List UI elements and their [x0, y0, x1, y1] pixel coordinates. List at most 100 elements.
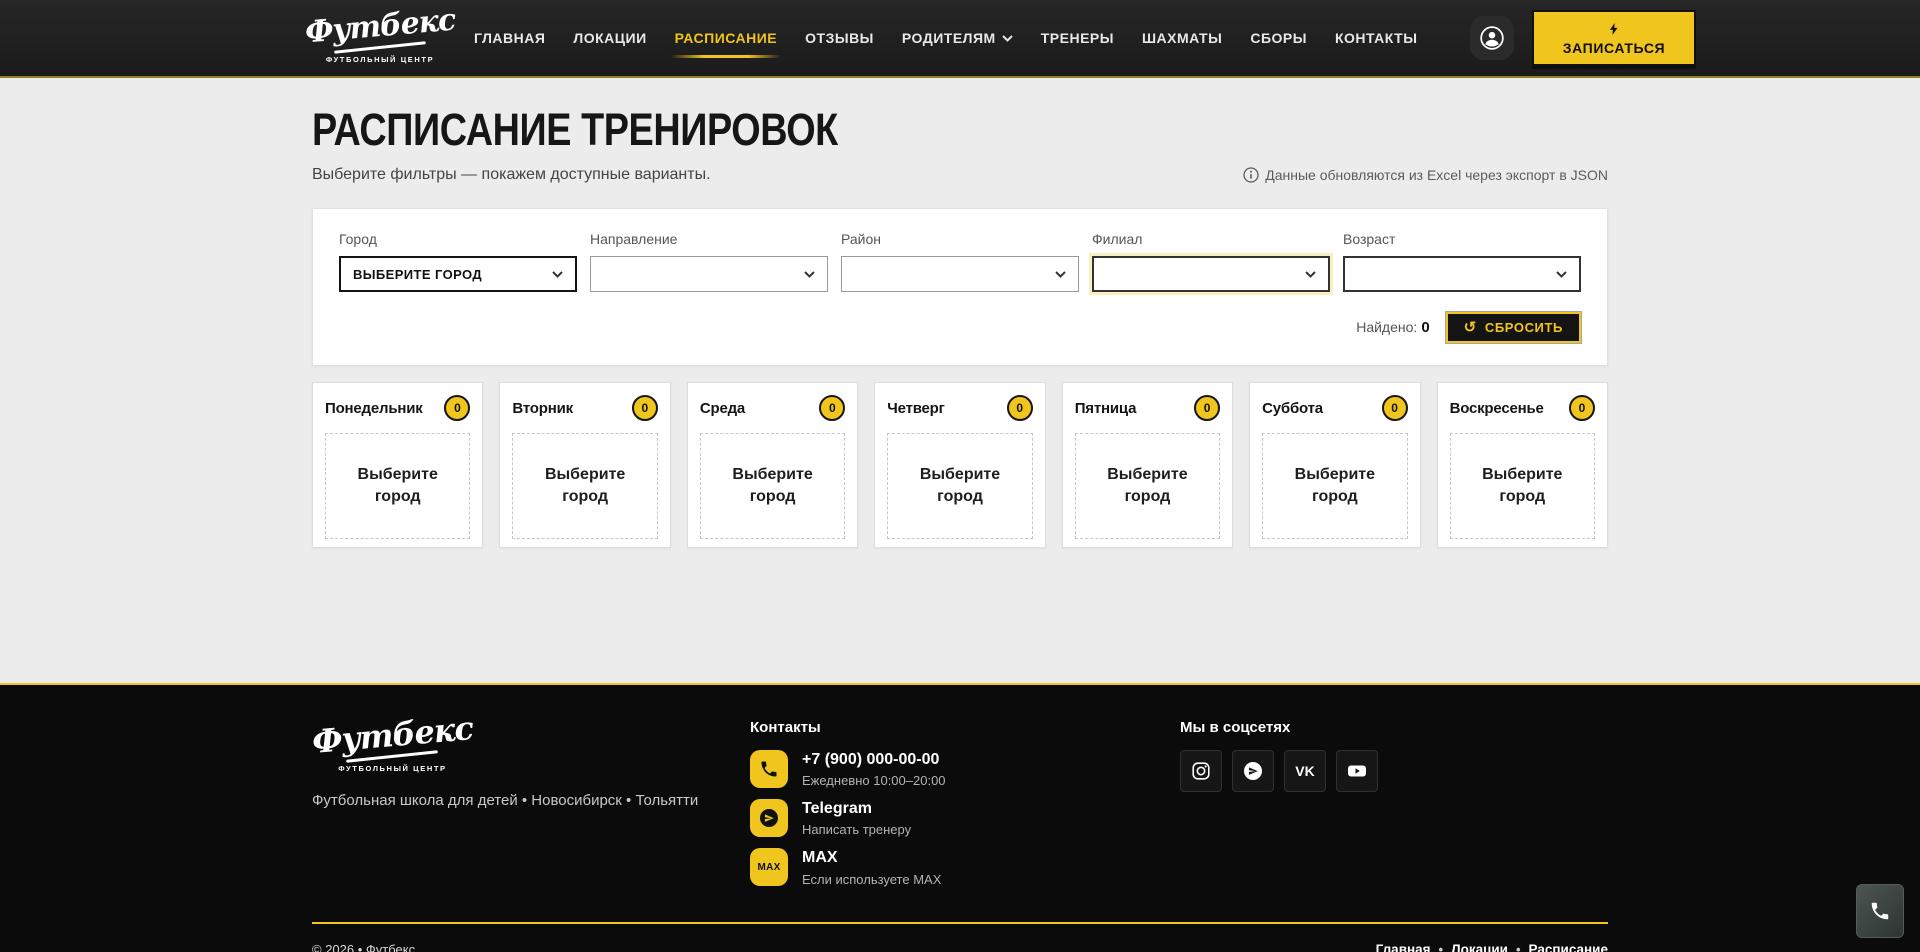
footer-logo[interactable]: Футбекс ФУТБОЛЬНЫЙ ЦЕНТР	[311, 709, 750, 773]
max-icon-text: MAX	[757, 861, 781, 873]
brand-name: Футбекс	[303, 2, 457, 51]
day-name: Пятница	[1074, 399, 1137, 417]
results-count: Найдено: 0	[1356, 319, 1429, 337]
signup-button-label: ЗАПИСАТЬСЯ	[1562, 40, 1666, 56]
nav-item-otzyvy[interactable]: ОТЗЫВЫ	[805, 30, 874, 46]
contact-telegram-sub: Написать тренеру	[802, 822, 912, 838]
footer-link-lokacii[interactable]: Локации	[1451, 942, 1508, 952]
nav-item-roditelyam[interactable]: РОДИТЕЛЯМ	[902, 30, 1013, 46]
contact-phone-hours: Ежедневно 10:00–20:00	[802, 773, 946, 789]
contact-telegram[interactable]: Telegram Написать тренеру	[750, 799, 1180, 837]
contact-max[interactable]: MAX MAX Если используете MAX	[750, 848, 1180, 887]
youtube-button[interactable]	[1336, 750, 1378, 792]
account-button[interactable]	[1470, 16, 1514, 60]
info-icon	[1243, 167, 1259, 183]
branch-select[interactable]	[1092, 256, 1330, 292]
max-icon: MAX	[750, 848, 788, 887]
day-card-sunday: Воскресенье 0 Выберите город	[1436, 382, 1608, 548]
telegram-icon	[1244, 762, 1262, 780]
results-count-value: 0	[1421, 318, 1430, 336]
day-count-badge: 0	[444, 395, 471, 421]
day-card-tuesday: Вторник 0 Выберите город	[499, 382, 671, 548]
link-separator: •	[1438, 941, 1444, 952]
direction-select[interactable]	[590, 256, 828, 292]
week-days-grid: Понедельник 0 Выберите город Вторник 0 В…	[312, 382, 1608, 548]
youtube-icon	[1348, 765, 1366, 777]
day-name: Понедельник	[325, 399, 423, 417]
day-count-badge: 0	[1569, 395, 1595, 421]
lightning-bolt-icon	[1609, 23, 1618, 35]
day-empty-placeholder: Выберите город	[887, 433, 1033, 539]
day-card-saturday: Суббота 0 Выберите город	[1249, 382, 1421, 548]
nav-item-sbory[interactable]: СБОРЫ	[1250, 30, 1307, 46]
filter-label-city: Город	[339, 231, 377, 247]
telegram-icon	[750, 799, 788, 838]
brand-name: Футбекс	[310, 709, 475, 761]
day-empty-placeholder: Выберите город	[325, 433, 471, 539]
page-subtitle: Выберите фильтры — покажем доступные вар…	[312, 166, 711, 183]
main-content: РАСПИСАНИЕ ТРЕНИРОВОК Выберите фильтры —…	[0, 104, 1920, 548]
phone-icon	[750, 750, 788, 788]
reset-filters-button[interactable]: ↺ СБРОСИТЬ	[1445, 312, 1581, 343]
social-heading: Мы в соцсетях	[1180, 719, 1291, 736]
filter-label-branch: Филиал	[1092, 231, 1143, 247]
filter-label-direction: Направление	[590, 231, 678, 247]
user-circle-icon	[1480, 26, 1504, 50]
city-select[interactable]: ВЫБЕРИТЕ ГОРОД	[339, 256, 577, 292]
day-count-badge: 0	[631, 395, 658, 421]
nav-item-kontakty[interactable]: КОНТАКТЫ	[1335, 30, 1417, 46]
day-count-badge: 0	[1194, 395, 1221, 421]
site-header: Футбекс ФУТБОЛЬНЫЙ ЦЕНТР ГЛАВНАЯ ЛОКАЦИИ…	[0, 0, 1920, 78]
footer-link-glavnaya[interactable]: Главная	[1376, 942, 1431, 952]
nav-item-raspisanie[interactable]: РАСПИСАНИЕ	[670, 30, 782, 58]
nav-item-lokacii[interactable]: ЛОКАЦИИ	[573, 30, 646, 46]
day-empty-placeholder: Выберите город	[1449, 433, 1595, 539]
district-select[interactable]	[841, 256, 1079, 292]
day-name: Вторник	[512, 399, 573, 417]
chevron-down-icon	[1055, 270, 1066, 278]
contact-phone-number: +7 (900) 000-00-00	[802, 751, 940, 768]
chevron-down-icon	[552, 270, 563, 278]
instagram-icon	[1192, 762, 1210, 780]
brand-tagline: ФУТБОЛЬНЫЙ ЦЕНТР	[325, 55, 435, 64]
age-select[interactable]	[1343, 256, 1581, 292]
nav-item-glavnaya[interactable]: ГЛАВНАЯ	[474, 30, 545, 46]
day-card-wednesday: Среда 0 Выберите город	[686, 382, 859, 548]
vk-icon: VK	[1295, 763, 1315, 779]
footer-links: Главная • Локации • Расписание	[1376, 942, 1608, 952]
day-empty-placeholder: Выберите город	[512, 433, 658, 539]
day-count-badge: 0	[1381, 395, 1408, 421]
day-card-thursday: Четверг 0 Выберите город	[874, 382, 1046, 548]
day-empty-placeholder: Выберите город	[1262, 433, 1408, 539]
link-separator: •	[1515, 941, 1521, 952]
copyright-text: © 2026 • Футбекс	[312, 941, 416, 952]
day-name: Суббота	[1262, 399, 1323, 417]
active-nav-underline	[670, 55, 782, 58]
chevron-down-icon	[804, 270, 815, 278]
reset-icon: ↺	[1463, 319, 1477, 336]
signup-button[interactable]: ЗАПИСАТЬСЯ	[1532, 10, 1696, 66]
filters-panel: Город ВЫБЕРИТЕ ГОРОД Направление Район Ф…	[312, 208, 1608, 366]
contacts-heading: Контакты	[750, 719, 821, 736]
contact-telegram-title: Telegram	[802, 800, 872, 818]
vk-button[interactable]: VK	[1284, 750, 1326, 792]
nav-item-trenery[interactable]: ТРЕНЕРЫ	[1041, 30, 1114, 46]
brand-logo[interactable]: Футбекс ФУТБОЛЬНЫЙ ЦЕНТР	[303, 3, 456, 64]
contact-max-sub: Если используете MAX	[802, 871, 942, 887]
footer-contacts-column: Контакты +7 (900) 000-00-00 Ежедневно 10…	[750, 719, 1180, 898]
contact-max-title: MAX	[802, 849, 838, 867]
contact-phone[interactable]: +7 (900) 000-00-00 Ежедневно 10:00–20:00	[750, 750, 1180, 788]
phone-icon	[1871, 902, 1889, 920]
results-count-label: Найдено:	[1356, 318, 1418, 335]
note-text: Данные обновляются из Excel через экспор…	[1265, 167, 1608, 183]
chevron-down-icon	[1002, 34, 1013, 42]
main-nav: ГЛАВНАЯ ЛОКАЦИИ РАСПИСАНИЕ ОТЗЫВЫ РОДИТЕ…	[474, 30, 1417, 58]
site-footer: Футбекс ФУТБОЛЬНЫЙ ЦЕНТР Футбольная школ…	[0, 683, 1920, 952]
city-select-value: ВЫБЕРИТЕ ГОРОД	[353, 266, 482, 282]
nav-item-shahmaty[interactable]: ШАХМАТЫ	[1142, 30, 1222, 46]
floating-call-button[interactable]	[1856, 884, 1904, 938]
telegram-button[interactable]	[1232, 750, 1274, 792]
footer-link-raspisanie[interactable]: Расписание	[1529, 942, 1608, 952]
instagram-button[interactable]	[1180, 750, 1222, 792]
filter-label-district: Район	[841, 231, 881, 247]
